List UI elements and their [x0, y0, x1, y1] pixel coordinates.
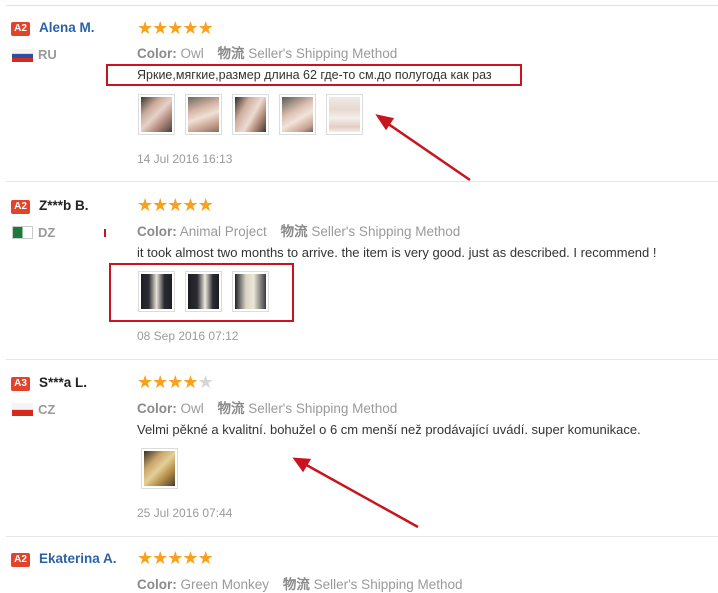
- star-icon: ★: [182, 372, 198, 392]
- shipping-value: Seller's Shipping Method: [248, 401, 398, 416]
- review-photo[interactable]: [138, 94, 175, 135]
- review-timestamp: 25 Jul 2016 07:44: [137, 506, 233, 520]
- color-value: Owl: [180, 46, 204, 61]
- review-photo[interactable]: [326, 94, 363, 135]
- annotation-arrows: [292, 114, 471, 529]
- annotation-arrowhead: [375, 114, 395, 131]
- annotation-arrow: [300, 460, 419, 529]
- star-icon: ★: [197, 548, 214, 568]
- reviewer-name[interactable]: Z***b B.: [39, 198, 89, 213]
- review-divider: [6, 536, 718, 537]
- shipping-value: Seller's Shipping Method: [313, 577, 463, 592]
- star-icon: ★: [182, 18, 198, 38]
- buyer-level-badge: A2: [11, 200, 30, 214]
- order-info: Color: Owl 物流 Seller's Shipping Method: [137, 397, 397, 417]
- review-comment: it took almost two months to arrive. the…: [137, 245, 657, 260]
- buyer-level-badge: A2: [11, 553, 30, 567]
- reviewer-country: RU: [38, 47, 57, 62]
- review-photo[interactable]: [279, 94, 316, 135]
- star-icon: ★: [167, 195, 183, 215]
- annotation-box: [109, 263, 294, 322]
- annotation-arrowhead: [292, 457, 312, 473]
- color-label: Color:: [137, 401, 177, 416]
- reviewer-country: CZ: [38, 402, 56, 417]
- flag-ru-icon: [12, 49, 33, 62]
- star-icon: ★: [197, 18, 214, 38]
- review-photo[interactable]: [185, 94, 222, 135]
- review-divider: [6, 181, 718, 182]
- star-icon: ★: [182, 195, 198, 215]
- review-divider: [6, 359, 718, 360]
- shipping-label: 物流: [280, 224, 308, 239]
- star-icon: ★: [197, 372, 214, 392]
- star-icon: ★: [137, 548, 153, 568]
- star-icon: ★: [152, 18, 168, 38]
- color-label: Color:: [137, 224, 177, 239]
- star-icon: ★: [152, 548, 168, 568]
- reviewer-name[interactable]: S***a L.: [39, 375, 87, 390]
- star-icon: ★: [197, 195, 214, 215]
- star-rating: ★★★★★: [137, 195, 214, 215]
- color-value: Owl: [180, 401, 204, 416]
- buyer-level-badge: A2: [11, 22, 30, 36]
- star-icon: ★: [137, 195, 153, 215]
- reviewer-country: DZ: [38, 225, 56, 240]
- annotation-box: [106, 64, 522, 86]
- shipping-label: 物流: [217, 46, 245, 61]
- reviewer-name[interactable]: Ekaterina A.: [39, 551, 117, 566]
- order-info: Color: Animal Project 物流 Seller's Shippi…: [137, 220, 460, 240]
- review-photo[interactable]: [141, 448, 178, 489]
- review-timestamp: 08 Sep 2016 07:12: [137, 329, 239, 343]
- order-info: Color: Green Monkey 物流 Seller's Shipping…: [137, 573, 463, 593]
- annotation-arrow: [383, 119, 471, 182]
- star-icon: ★: [152, 372, 168, 392]
- star-rating: ★★★★★: [137, 18, 214, 38]
- review-comment: Velmi pěkné a kvalitní. bohužel o 6 cm m…: [137, 422, 641, 437]
- star-icon: ★: [167, 18, 183, 38]
- color-label: Color:: [137, 46, 177, 61]
- shipping-value: Seller's Shipping Method: [248, 46, 398, 61]
- star-icon: ★: [182, 548, 198, 568]
- reviewer-name[interactable]: Alena M.: [39, 20, 95, 35]
- annotation-mark: [104, 229, 106, 237]
- top-divider: [6, 5, 718, 6]
- star-icon: ★: [137, 372, 153, 392]
- star-icon: ★: [167, 548, 183, 568]
- star-icon: ★: [152, 195, 168, 215]
- star-rating: ★★★★★: [137, 548, 214, 568]
- color-value: Green Monkey: [180, 577, 270, 592]
- flag-dz-icon: [12, 226, 33, 239]
- review-timestamp: 14 Jul 2016 16:13: [137, 152, 233, 166]
- star-rating: ★★★★★: [137, 372, 214, 392]
- buyer-level-badge: A3: [11, 377, 30, 391]
- shipping-label: 物流: [282, 577, 310, 592]
- star-icon: ★: [167, 372, 183, 392]
- color-label: Color:: [137, 577, 177, 592]
- shipping-label: 物流: [217, 401, 245, 416]
- review-photo[interactable]: [232, 94, 269, 135]
- shipping-value: Seller's Shipping Method: [311, 224, 461, 239]
- flag-cz-icon: [12, 403, 33, 416]
- order-info: Color: Owl 物流 Seller's Shipping Method: [137, 42, 397, 62]
- star-icon: ★: [137, 18, 153, 38]
- color-value: Animal Project: [179, 224, 267, 239]
